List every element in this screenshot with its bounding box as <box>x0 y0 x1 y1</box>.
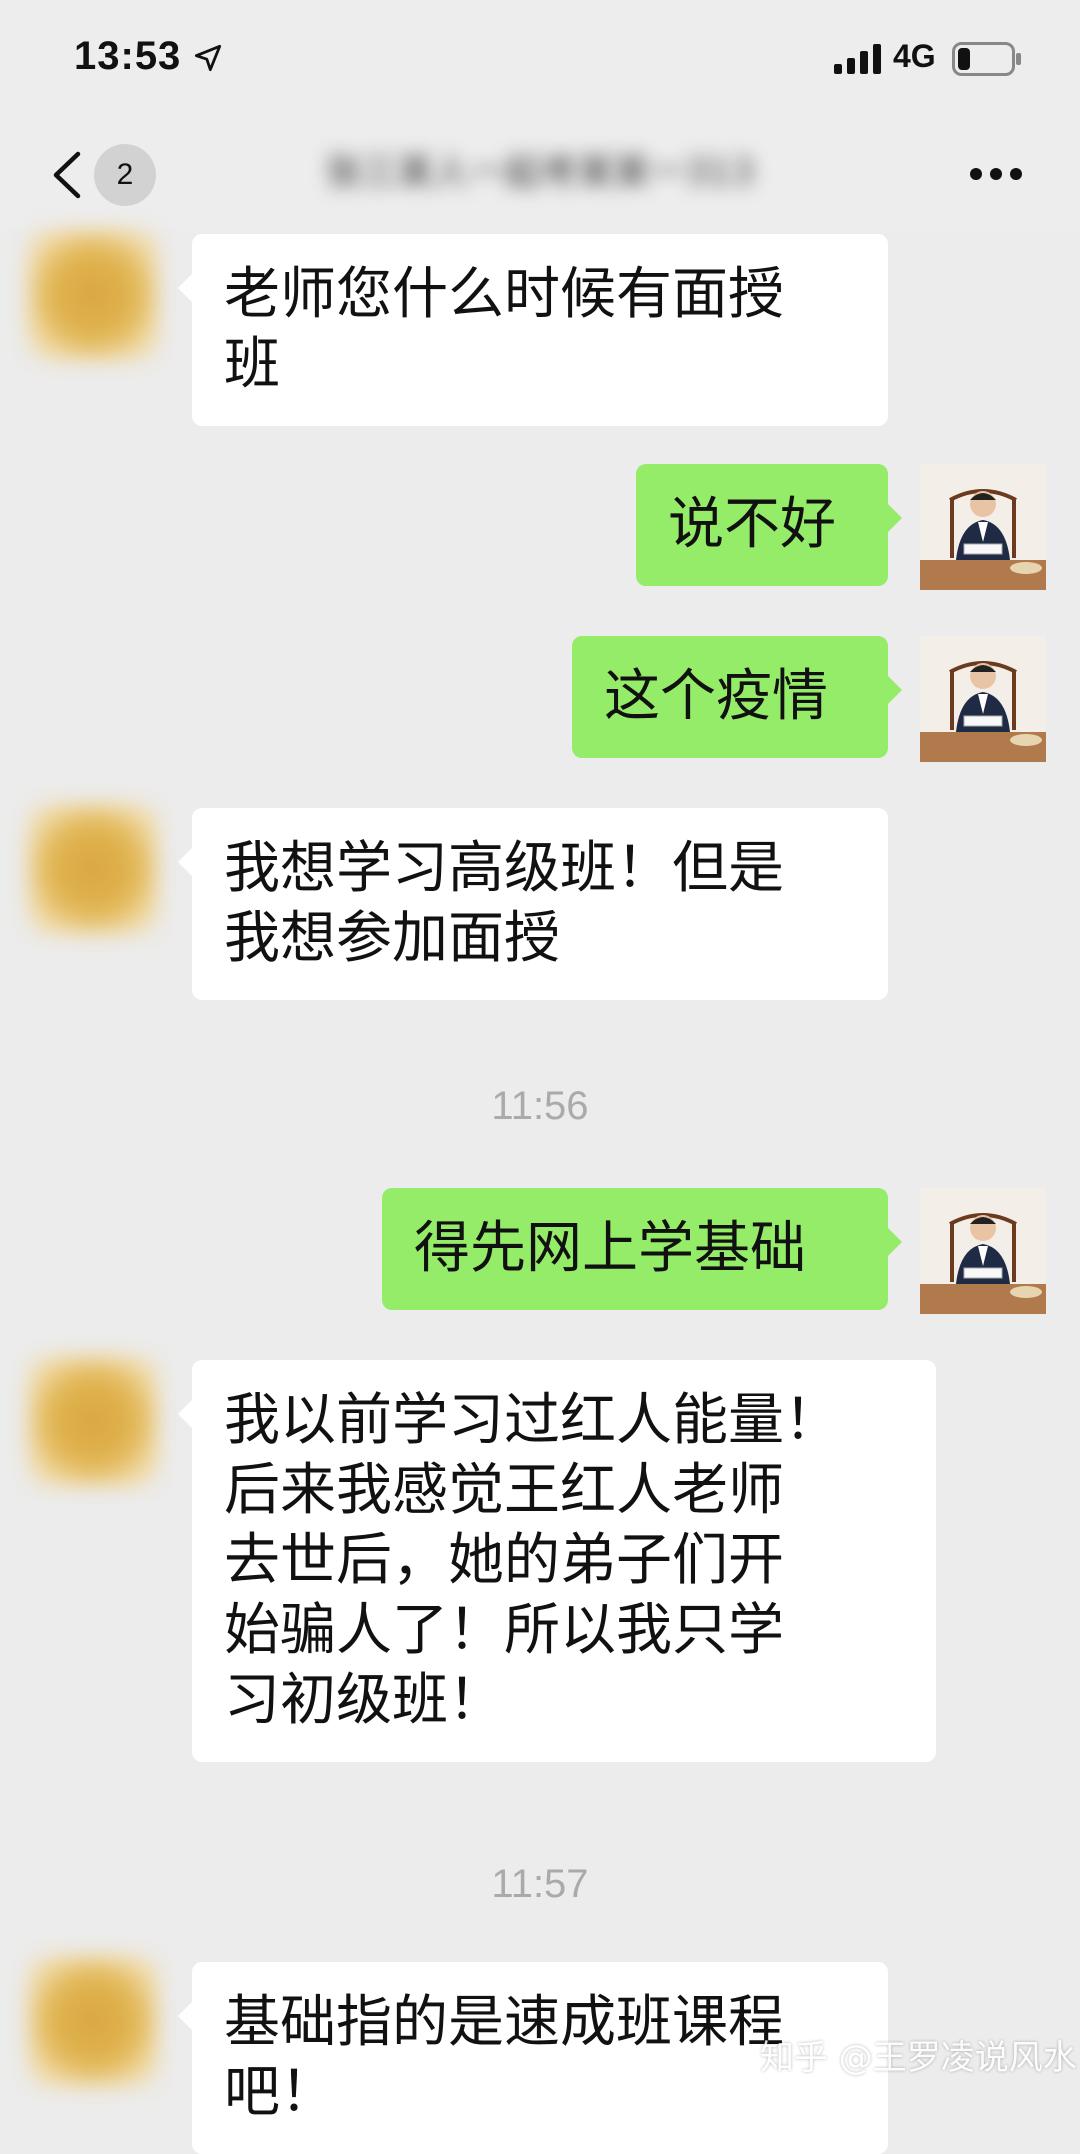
contact-avatar[interactable] <box>28 1356 158 1486</box>
contact-avatar[interactable] <box>28 804 158 934</box>
status-bar: 13:53 4G <box>0 0 1080 118</box>
sent-message[interactable]: 这个疫情 <box>572 636 902 758</box>
my-avatar[interactable] <box>920 636 1046 762</box>
watermark: 知乎 @王罗凌说风水 <box>760 2038 1077 2078</box>
person-icon <box>920 1188 1046 1314</box>
my-avatar[interactable] <box>920 1188 1046 1314</box>
message-timestamp: 11:57 <box>491 1862 589 1906</box>
chat-title: 张三某人一起考某某一313 <box>325 152 755 193</box>
sent-message[interactable]: 说不好 <box>636 464 902 586</box>
battery-icon <box>952 42 1021 76</box>
received-message[interactable]: 我以前学习过红人能量！ 后来我感觉王红人老师 去世后，她的弟子们开 始骗人了！所… <box>178 1360 936 1762</box>
person-icon <box>920 636 1046 762</box>
contact-avatar[interactable] <box>28 230 158 360</box>
message-timestamp: 11:56 <box>491 1084 589 1128</box>
location-arrow-icon <box>194 44 222 72</box>
person-icon <box>920 464 1046 590</box>
chevron-left-icon[interactable] <box>48 150 88 200</box>
more-icon[interactable] <box>968 166 1024 182</box>
contact-avatar[interactable] <box>28 1956 158 2086</box>
received-message[interactable]: 我想学习高级班！但是 我想参加面授 <box>178 808 888 1000</box>
received-message[interactable]: 老师您什么时候有面授 班 <box>178 234 888 426</box>
signal-icon <box>834 44 881 74</box>
sent-message[interactable]: 得先网上学基础 <box>382 1188 902 1310</box>
network-type: 4G <box>893 38 936 74</box>
my-avatar[interactable] <box>920 464 1046 590</box>
chat-header: 2 张三某人一起考某某一313 <box>0 118 1080 230</box>
unread-count-badge[interactable]: 2 <box>94 144 156 206</box>
status-time: 13:53 <box>74 34 182 78</box>
